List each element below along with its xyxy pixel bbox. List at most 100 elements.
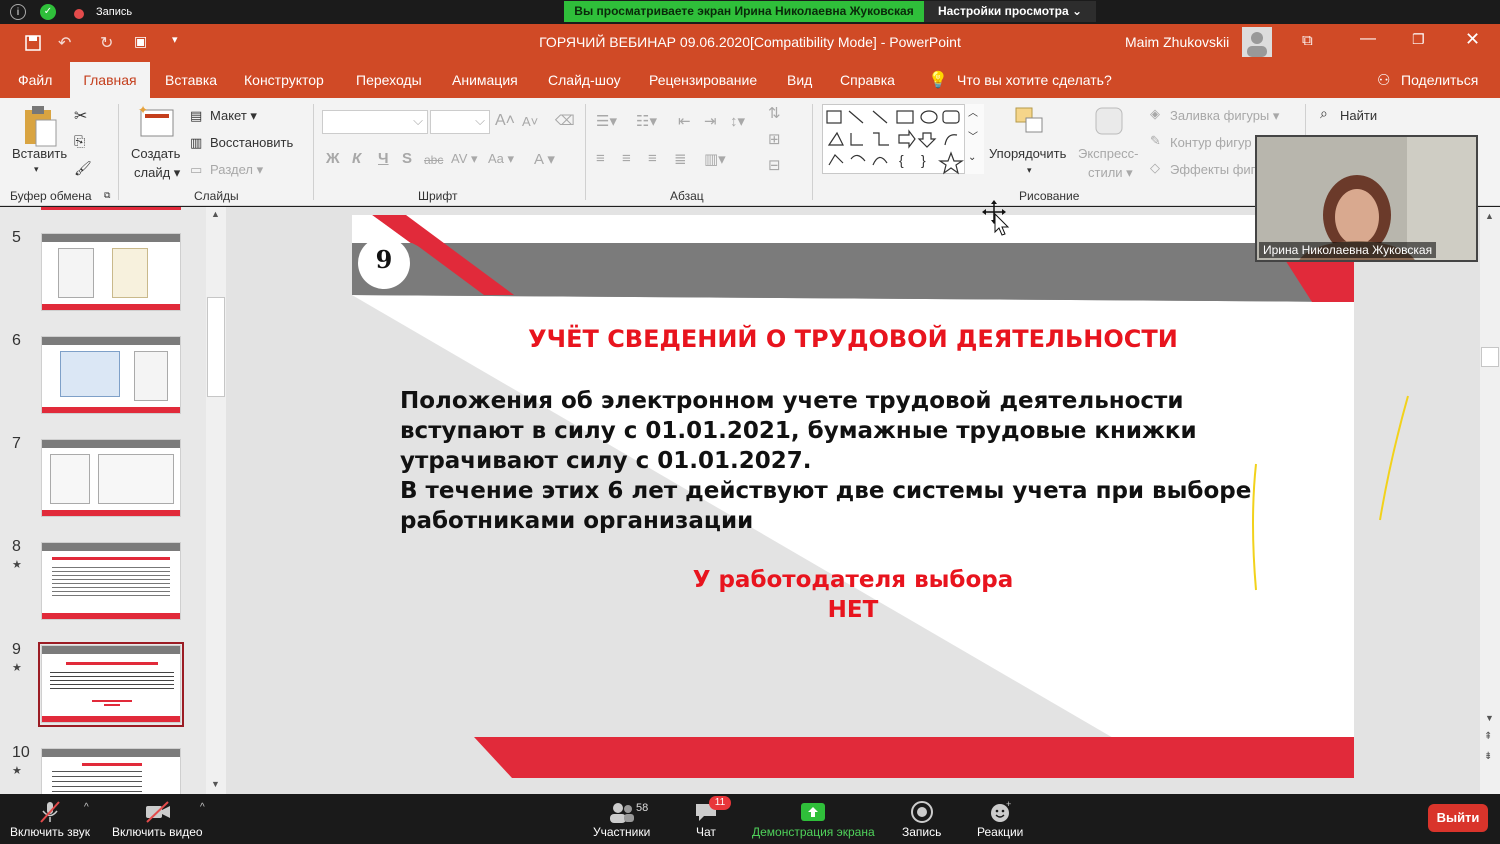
layout-button[interactable]: Макет ▾ [210, 108, 257, 124]
shape-outline-icon[interactable]: ✎ [1150, 133, 1161, 149]
current-slide[interactable]: 9 УЧЁТ СВЕДЕНИЙ О ТРУДОВОЙ ДЕЯТЕЛЬНОСТИ … [352, 215, 1354, 778]
slide-thumb-10[interactable] [41, 748, 181, 794]
slide-thumb-5[interactable] [41, 233, 181, 311]
scroll-up-icon[interactable]: ︿ [968, 104, 978, 119]
user-avatar[interactable] [1242, 27, 1272, 57]
font-color-icon[interactable]: A ▾ [534, 150, 555, 168]
share-screen-icon[interactable] [800, 800, 826, 824]
tab-home[interactable]: Главная [70, 62, 150, 98]
arrange-label[interactable]: Упорядочить [989, 146, 1066, 161]
paste-dropdown-icon[interactable]: ▾ [34, 164, 39, 175]
quick-styles-label[interactable]: Экспресс- [1078, 146, 1139, 161]
record-icon[interactable] [910, 800, 934, 824]
restore-icon[interactable]: ❐ [1412, 31, 1425, 48]
underline-icon[interactable]: Ч [378, 150, 389, 167]
view-options-button[interactable]: Настройки просмотра ⌄ [924, 1, 1096, 22]
format-painter-icon[interactable]: 🖌 [74, 160, 92, 177]
shape-outline-button[interactable]: Контур фигур [1170, 135, 1252, 150]
scroll-down-icon[interactable]: ▼ [211, 779, 220, 789]
tab-file[interactable]: Файл [18, 72, 52, 88]
participants-icon[interactable] [608, 800, 636, 824]
slide-thumb-6[interactable] [41, 336, 181, 414]
increase-indent-icon[interactable]: ⇥ [704, 112, 717, 130]
shadow-icon[interactable]: S [402, 150, 412, 167]
slide-thumb-7[interactable] [41, 439, 181, 517]
minimize-icon[interactable]: — [1360, 30, 1376, 48]
video-options-icon[interactable]: ^ [200, 802, 205, 813]
next-slide-icon[interactable]: ⇟ [1484, 751, 1492, 762]
bullets-icon[interactable]: ☰▾ [596, 112, 617, 130]
reactions-icon[interactable]: + [988, 800, 1014, 824]
find-button[interactable]: Найти [1340, 108, 1377, 123]
microphone-muted-icon[interactable] [38, 800, 62, 824]
new-slide-icon[interactable]: ✦ [138, 104, 176, 140]
line-spacing-icon[interactable]: ↕▾ [730, 112, 745, 130]
new-slide-label-2[interactable]: слайд ▾ [134, 165, 180, 181]
grow-font-icon[interactable]: A˄ [495, 112, 515, 130]
user-name[interactable]: Maim Zhukovskii [1125, 34, 1229, 50]
numbering-icon[interactable]: ☷▾ [636, 112, 657, 130]
bold-icon[interactable]: Ж [326, 150, 340, 167]
shape-effects-icon[interactable]: ◇ [1150, 160, 1160, 176]
scroll-thumb[interactable] [207, 297, 225, 397]
change-case-icon[interactable]: Aa ▾ [488, 151, 514, 167]
paste-icon[interactable] [22, 104, 58, 148]
decrease-indent-icon[interactable]: ⇤ [678, 112, 691, 130]
share-screen-button-label[interactable]: Демонстрация экрана [752, 825, 875, 839]
shapes-scroll[interactable]: ︿ ﹀ ⌄ [964, 104, 984, 174]
shrink-font-icon[interactable]: A˅ [522, 114, 538, 129]
tab-insert[interactable]: Вставка [165, 72, 217, 88]
thumbnails-scrollbar[interactable]: ▲ ▼ [206, 207, 226, 794]
video-off-icon[interactable] [144, 800, 172, 824]
layout-icon[interactable]: ▤ [190, 108, 202, 124]
tab-animations[interactable]: Анимация [452, 72, 518, 88]
align-center-icon[interactable]: ≡ [622, 150, 631, 167]
tab-slideshow[interactable]: Слайд-шоу [548, 72, 621, 88]
info-icon[interactable]: i [10, 4, 26, 20]
mute-button-label[interactable]: Включить звук [10, 825, 90, 839]
italic-icon[interactable]: К [352, 150, 361, 167]
shapes-gallery[interactable]: { } [822, 104, 984, 175]
find-icon[interactable]: ⌕ [1320, 105, 1328, 122]
reactions-button-label[interactable]: Реакции [977, 825, 1023, 839]
text-direction-icon[interactable]: ⇅ [768, 104, 781, 122]
slide-scrollbar[interactable]: ▲ ▼ ⇞ ⇟ [1480, 207, 1500, 794]
paste-label[interactable]: Вставить [12, 146, 67, 161]
section-button[interactable]: Раздел ▾ [210, 162, 263, 178]
new-slide-label[interactable]: Создать [131, 146, 180, 161]
tab-design[interactable]: Конструктор [244, 72, 324, 88]
record-button-label[interactable]: Запись [902, 825, 941, 839]
tab-help[interactable]: Справка [840, 72, 895, 88]
copy-icon[interactable]: ⎘ [74, 133, 85, 150]
align-text-icon[interactable]: ⊞ [768, 130, 781, 148]
scroll-thumb[interactable] [1481, 347, 1499, 367]
quick-styles-label-2[interactable]: стили ▾ [1088, 165, 1133, 181]
tab-review[interactable]: Рецензирование [649, 72, 757, 88]
arrange-dropdown-icon[interactable]: ▾ [1027, 165, 1032, 176]
tab-transitions[interactable]: Переходы [356, 72, 422, 88]
clear-format-icon[interactable]: ⌫ [555, 112, 575, 129]
video-button-label[interactable]: Включить видео [112, 825, 203, 839]
font-size-select[interactable]: ⌵ [430, 110, 490, 134]
section-icon[interactable]: ▭ [190, 162, 202, 178]
participants-button-label[interactable]: Участники [593, 825, 650, 839]
shape-effects-button[interactable]: Эффекты фиг [1170, 162, 1255, 177]
arrange-icon[interactable] [1012, 104, 1048, 140]
scroll-up-icon[interactable]: ▲ [1485, 211, 1494, 221]
shape-fill-button[interactable]: Заливка фигуры ▾ [1170, 108, 1279, 124]
cut-icon[interactable]: ✂ [74, 106, 87, 126]
presenter-video[interactable]: Ирина Николаевна Жуковская [1255, 135, 1478, 262]
more-shapes-icon[interactable]: ⌄ [968, 152, 976, 163]
shape-fill-icon[interactable]: ◈ [1150, 106, 1160, 122]
scroll-down-icon[interactable]: ﹀ [968, 128, 978, 143]
audio-options-icon[interactable]: ^ [84, 802, 89, 813]
strikethrough-icon[interactable]: abc [424, 153, 443, 167]
security-shield-icon[interactable]: ✓ [40, 4, 56, 20]
char-spacing-icon[interactable]: AV ▾ [451, 151, 478, 167]
align-left-icon[interactable]: ≡ [596, 150, 605, 167]
slide-thumb-9[interactable] [41, 645, 181, 723]
scroll-down-icon[interactable]: ▼ [1485, 713, 1494, 723]
font-name-select[interactable]: ⌵ [322, 110, 428, 134]
justify-icon[interactable]: ≣ [674, 150, 687, 168]
close-icon[interactable]: ✕ [1465, 29, 1480, 50]
